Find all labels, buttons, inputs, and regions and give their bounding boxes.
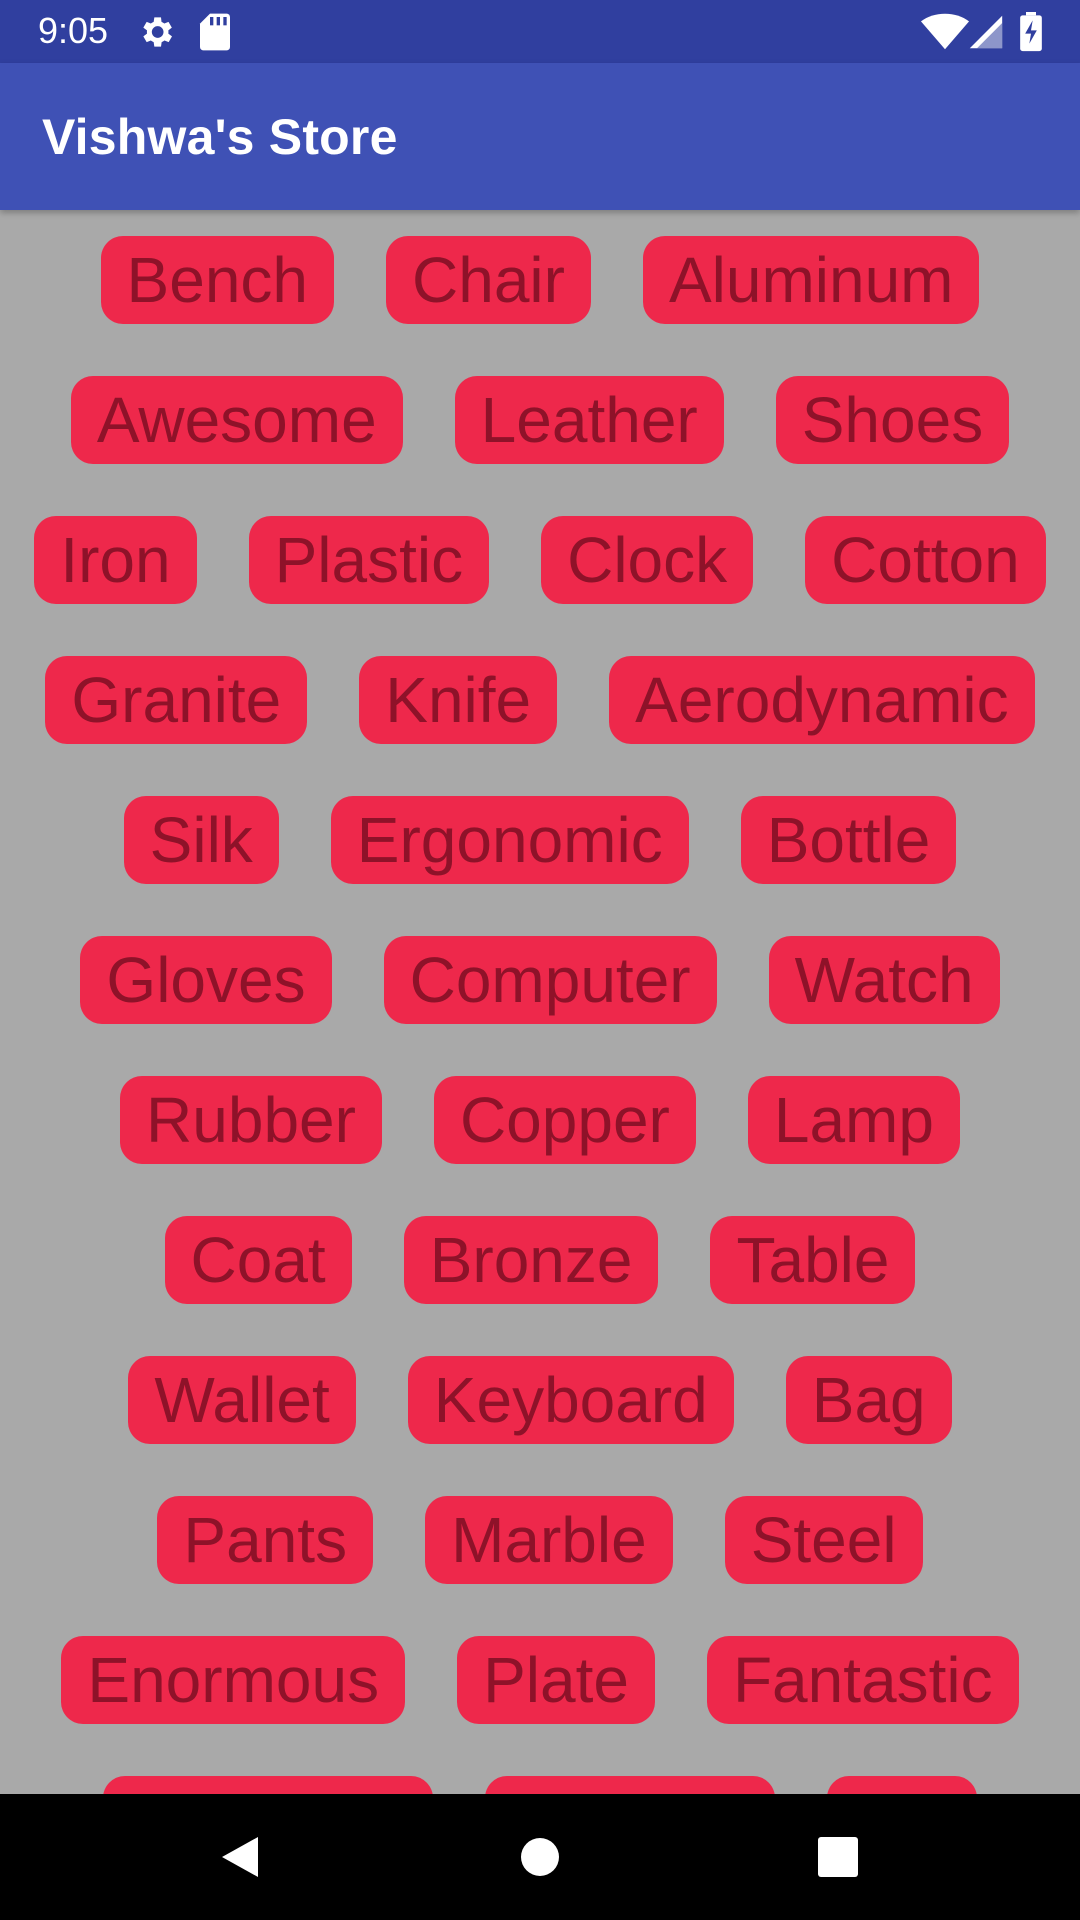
tag-chip[interactable]: Bottle xyxy=(740,796,957,884)
tag-chip[interactable]: Awesome xyxy=(70,376,403,464)
tag-chip[interactable]: Aerodynamic xyxy=(609,656,1035,744)
tag-chip[interactable]: Shoes xyxy=(775,376,1010,464)
wifi-icon xyxy=(920,13,970,50)
tag-chip[interactable]: Gloves xyxy=(80,936,332,1024)
tag-chip[interactable] xyxy=(827,1776,977,1794)
tag-chip[interactable]: Fantastic xyxy=(706,1636,1019,1724)
tag-chip[interactable]: Marble xyxy=(425,1496,673,1584)
sd-card-icon xyxy=(200,13,230,51)
tag-chip[interactable]: Enormous xyxy=(61,1636,406,1724)
tag-chip[interactable]: Silk xyxy=(123,796,279,884)
tag-chip[interactable]: Wallet xyxy=(128,1356,356,1444)
tag-chip[interactable]: Pants xyxy=(157,1496,374,1584)
recents-icon[interactable] xyxy=(808,1827,868,1887)
tag-chip[interactable]: Chair xyxy=(386,236,591,324)
signal-icon xyxy=(969,15,1003,49)
tag-chip[interactable] xyxy=(485,1776,775,1794)
tag-row: Enormous Plate Fantastic xyxy=(0,1636,1080,1724)
tag-chip[interactable]: Aluminum xyxy=(642,236,980,324)
status-time: 9:05 xyxy=(38,10,109,51)
tag-chip[interactable] xyxy=(103,1776,433,1794)
tag-row xyxy=(0,1776,1080,1794)
tag-row: Wallet Keyboard Bag xyxy=(0,1356,1080,1444)
app-bar: Vishwa's Store xyxy=(0,63,1080,210)
tag-chip[interactable]: Cotton xyxy=(805,516,1046,604)
tag-chip[interactable]: Leather xyxy=(454,376,724,464)
tag-chip[interactable]: Bronze xyxy=(403,1216,659,1304)
tag-cloud[interactable]: Bench Chair Aluminum Awesome Leather Sho… xyxy=(0,210,1080,1794)
app-title: Vishwa's Store xyxy=(42,109,398,165)
tag-row: Bench Chair Aluminum xyxy=(0,236,1080,324)
tag-chip[interactable]: Table xyxy=(710,1216,916,1304)
tag-row: Granite Knife Aerodynamic xyxy=(0,656,1080,744)
back-icon[interactable] xyxy=(210,1827,270,1887)
gear-icon xyxy=(143,17,172,47)
tag-chip[interactable]: Granite xyxy=(45,656,308,744)
tag-chip[interactable]: Lamp xyxy=(747,1076,960,1164)
tag-chip[interactable]: Iron xyxy=(34,516,197,604)
tag-chip[interactable]: Ergonomic xyxy=(330,796,689,884)
tag-chip[interactable]: Computer xyxy=(383,936,717,1024)
tag-row: Iron Plastic Clock Cotton xyxy=(0,516,1080,604)
tag-chip[interactable]: Keyboard xyxy=(407,1356,734,1444)
tag-row: Silk Ergonomic Bottle xyxy=(0,796,1080,884)
home-icon[interactable] xyxy=(510,1827,570,1887)
tag-chip[interactable]: Plastic xyxy=(248,516,490,604)
tag-chip[interactable]: Steel xyxy=(724,1496,923,1584)
tag-row: Gloves Computer Watch xyxy=(0,936,1080,1024)
tag-row: Coat Bronze Table xyxy=(0,1216,1080,1304)
tag-chip[interactable]: Copper xyxy=(433,1076,696,1164)
tag-chip[interactable]: Bench xyxy=(100,236,334,324)
navigation-bar xyxy=(0,1794,1080,1920)
battery-charging-icon xyxy=(1020,12,1042,52)
tag-chip[interactable]: Rubber xyxy=(120,1076,382,1164)
tag-row: Rubber Copper Lamp xyxy=(0,1076,1080,1164)
tag-chip[interactable]: Watch xyxy=(768,936,1000,1024)
tag-row: Awesome Leather Shoes xyxy=(0,376,1080,464)
status-bar: 9:05 xyxy=(0,0,1080,63)
tag-chip[interactable]: Clock xyxy=(541,516,754,604)
tag-chip[interactable]: Plate xyxy=(457,1636,655,1724)
tag-chip[interactable]: Coat xyxy=(164,1216,352,1304)
tag-row: Pants Marble Steel xyxy=(0,1496,1080,1584)
tag-chip[interactable]: Bag xyxy=(785,1356,952,1444)
tag-chip[interactable]: Knife xyxy=(359,656,558,744)
